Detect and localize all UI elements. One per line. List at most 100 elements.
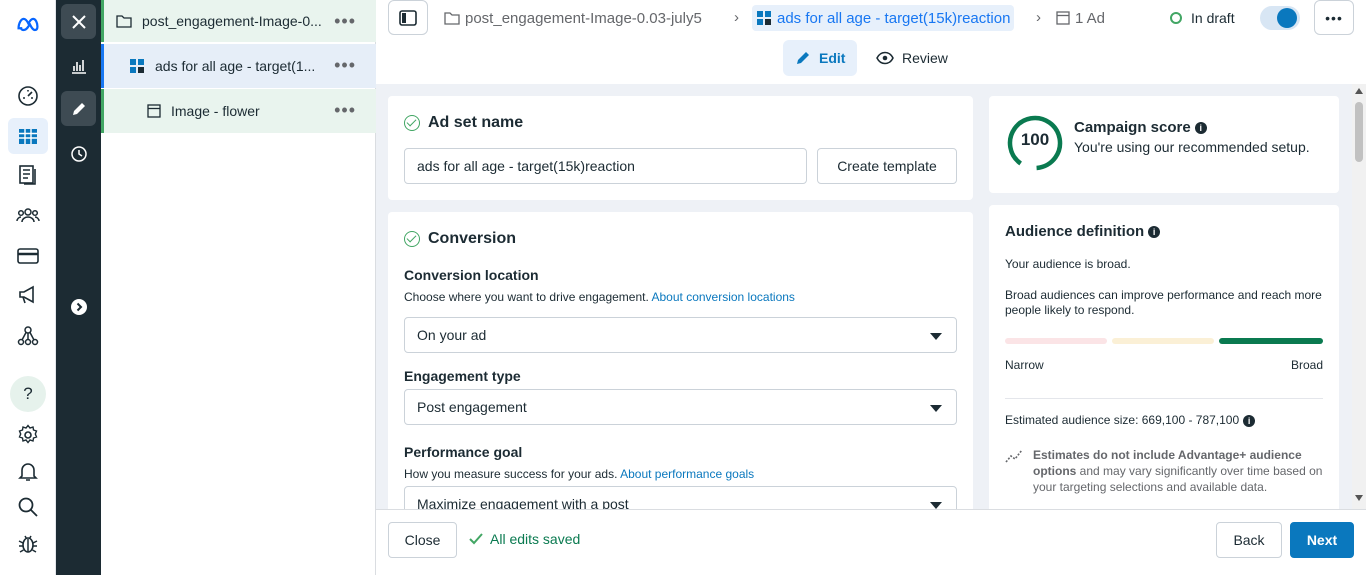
performance-goal-label: Performance goal	[404, 444, 523, 460]
editor-header: post_engagement-Image-0.03-july5 › ads f…	[376, 0, 1366, 84]
table-icon[interactable]	[8, 118, 48, 154]
close-icon	[71, 14, 86, 29]
expand-panel-button[interactable]	[61, 289, 96, 324]
meta-logo-icon[interactable]	[8, 6, 48, 42]
audience-icon[interactable]	[8, 197, 48, 233]
complete-check-icon	[404, 231, 420, 247]
about-conversion-locations-link[interactable]: About conversion locations	[652, 290, 795, 304]
eye-icon	[876, 51, 894, 65]
folder-icon	[444, 12, 460, 25]
audience-definition-title: Audience definition i	[1005, 223, 1161, 240]
breadcrumb-adset-label: ads for all age - target(15k)reaction	[777, 9, 1011, 27]
billing-icon[interactable]	[8, 238, 48, 274]
adset-name-value: ads for all age - target(15k)reaction	[417, 158, 635, 174]
help-text: Choose where you want to drive engagemen…	[404, 290, 649, 304]
vertical-scrollbar[interactable]	[1352, 84, 1366, 509]
more-actions-button[interactable]: •••	[1314, 0, 1354, 35]
close-editor-button[interactable]	[61, 4, 96, 39]
close-button[interactable]: Close	[388, 522, 457, 558]
checkmark-icon	[469, 533, 483, 545]
tree-ad-label: Image - flower	[171, 103, 260, 119]
tab-edit[interactable]: Edit	[783, 40, 858, 76]
bug-icon[interactable]	[8, 526, 48, 562]
breadcrumb-campaign[interactable]: post_engagement-Image-0.03-july5	[444, 5, 702, 31]
audience-title-text: Audience definition	[1005, 223, 1145, 240]
tab-review[interactable]: Review	[864, 40, 960, 76]
network-icon[interactable]	[8, 318, 48, 354]
tree-item-adset[interactable]: ads for all age - target(1... •••	[101, 44, 376, 88]
conversion-location-select[interactable]: On your ad	[404, 317, 957, 353]
clock-icon	[70, 145, 87, 162]
note-rest: and may vary significantly over time bas…	[1033, 464, 1323, 494]
folder-icon	[116, 15, 132, 28]
more-options-icon[interactable]: •••	[334, 11, 356, 32]
status-indicator: In draft	[1170, 10, 1235, 26]
editor-footer: Close All edits saved Back Next	[376, 509, 1366, 569]
save-status-label: All edits saved	[490, 531, 581, 547]
publish-toggle[interactable]	[1260, 6, 1300, 30]
editor-tools-strip	[56, 0, 101, 575]
help-icon[interactable]: ?	[10, 376, 46, 412]
adset-name-card: Ad set name ads for all age - target(15k…	[388, 96, 973, 200]
editor-content: Ad set name ads for all age - target(15k…	[376, 84, 1366, 509]
history-button[interactable]	[61, 136, 96, 171]
adset-name-input[interactable]: ads for all age - target(15k)reaction	[404, 148, 807, 184]
help-text: How you measure success for your ads.	[404, 467, 618, 481]
back-button[interactable]: Back	[1216, 522, 1282, 558]
edit-mode-button[interactable]	[61, 91, 96, 126]
scroll-up-icon[interactable]	[1355, 88, 1363, 94]
audience-meter-broad	[1219, 338, 1323, 344]
reporting-button[interactable]	[61, 48, 96, 83]
performance-goal-value: Maximize engagement with a post	[417, 496, 629, 509]
campaign-score-title-text: Campaign score	[1074, 119, 1191, 136]
chevron-right-icon: ›	[734, 9, 739, 26]
scroll-down-icon[interactable]	[1355, 495, 1363, 501]
engagement-type-label: Engagement type	[404, 368, 521, 384]
audience-estimate-note: Estimates do not include Advantage+ audi…	[1033, 447, 1328, 495]
conversion-location-label: Conversion location	[404, 267, 539, 283]
ad-icon	[147, 104, 161, 118]
info-icon[interactable]: i	[1243, 414, 1256, 427]
complete-check-icon	[404, 115, 420, 131]
caret-down-icon	[930, 405, 942, 412]
adset-grid-icon	[130, 59, 144, 73]
megaphone-icon[interactable]	[8, 277, 48, 313]
info-icon[interactable]: i	[1148, 226, 1161, 239]
conversion-location-value: On your ad	[417, 327, 487, 343]
dashboard-icon[interactable]	[8, 78, 48, 114]
scroll-thumb[interactable]	[1355, 102, 1363, 162]
pages-icon[interactable]	[8, 157, 48, 193]
global-nav-rail: ?	[0, 0, 56, 575]
audience-meter-mid	[1112, 338, 1214, 344]
engagement-type-value: Post engagement	[417, 399, 527, 415]
more-options-icon[interactable]: •••	[334, 100, 356, 121]
search-icon[interactable]	[8, 489, 48, 525]
info-icon[interactable]: i	[1194, 122, 1207, 135]
next-button[interactable]: Next	[1290, 522, 1354, 558]
tree-item-ad[interactable]: Image - flower •••	[101, 89, 376, 133]
audience-state-text: Your audience is broad.	[1005, 257, 1131, 271]
about-performance-goals-link[interactable]: About performance goals	[620, 467, 754, 481]
help-glyph: ?	[23, 384, 33, 403]
next-label: Next	[1306, 532, 1338, 548]
performance-goal-select[interactable]: Maximize engagement with a post	[404, 486, 957, 509]
meter-broad-label: Broad	[1290, 358, 1323, 372]
breadcrumb-ad[interactable]: 1 Ad	[1056, 5, 1105, 31]
engagement-type-select[interactable]: Post engagement	[404, 389, 957, 425]
meter-narrow-label: Narrow	[1005, 358, 1044, 372]
breadcrumb-ad-label: 1 Ad	[1075, 9, 1106, 27]
bell-icon[interactable]	[8, 453, 48, 489]
ad-icon	[1056, 11, 1070, 25]
audience-description: Broad audiences can improve performance …	[1005, 288, 1322, 317]
tree-item-campaign[interactable]: post_engagement-Image-0... •••	[101, 0, 376, 42]
campaign-score-title: Campaign score i	[1074, 119, 1207, 136]
settings-icon[interactable]	[8, 417, 48, 453]
section-title: Conversion	[428, 230, 517, 247]
more-options-icon[interactable]: •••	[334, 55, 356, 76]
breadcrumb-adset[interactable]: ads for all age - target(15k)reaction	[752, 5, 1015, 31]
draft-status-icon	[1170, 12, 1182, 24]
estimated-audience-size: Estimated audience size: 669,100 - 787,1…	[1005, 413, 1256, 428]
create-template-button[interactable]: Create template	[817, 148, 957, 184]
campaign-score-subtitle: You're using our recommended setup.	[1074, 139, 1310, 155]
toggle-sidebar-button[interactable]	[388, 0, 428, 35]
